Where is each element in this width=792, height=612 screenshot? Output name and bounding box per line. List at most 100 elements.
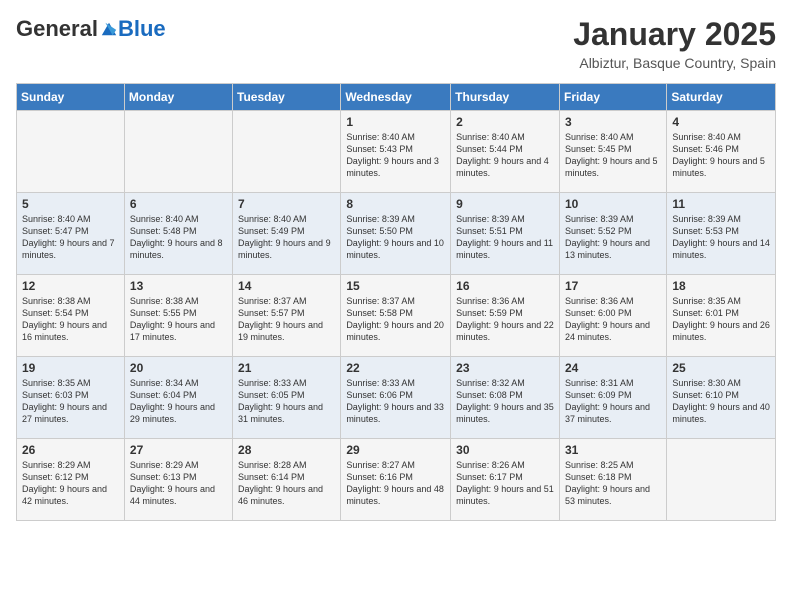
calendar-cell: 10 Sunrise: 8:39 AM Sunset: 5:52 PM Dayli… (559, 193, 666, 275)
calendar-cell: 19Sunrise: 8:35 AM Sunset: 6:03 PM Dayli… (17, 357, 125, 439)
calendar-cell (17, 111, 125, 193)
column-header-wednesday: Wednesday (341, 84, 451, 111)
calendar-cell: 16Sunrise: 8:36 AM Sunset: 5:59 PM Dayli… (451, 275, 560, 357)
calendar-cell: 9 Sunrise: 8:39 AM Sunset: 5:51 PM Daylig… (451, 193, 560, 275)
day-number: 9 (456, 197, 554, 211)
location-subtitle: Albiztur, Basque Country, Spain (573, 55, 776, 71)
day-info: Sunrise: 8:38 AM Sunset: 5:55 PM Dayligh… (130, 295, 227, 344)
column-header-tuesday: Tuesday (233, 84, 341, 111)
day-info: Sunrise: 8:40 AM Sunset: 5:45 PM Dayligh… (565, 131, 661, 180)
day-info: Sunrise: 8:40 AM Sunset: 5:43 PM Dayligh… (346, 131, 445, 180)
day-number: 30 (456, 443, 554, 457)
day-info: Sunrise: 8:28 AM Sunset: 6:14 PM Dayligh… (238, 459, 335, 508)
calendar-cell: 8 Sunrise: 8:39 AM Sunset: 5:50 PM Daylig… (341, 193, 451, 275)
logo-general-text: General (16, 16, 98, 42)
day-info: Sunrise: 8:36 AM Sunset: 6:00 PM Dayligh… (565, 295, 661, 344)
calendar-week-row: 19Sunrise: 8:35 AM Sunset: 6:03 PM Dayli… (17, 357, 776, 439)
calendar-cell: 26Sunrise: 8:29 AM Sunset: 6:12 PM Dayli… (17, 439, 125, 521)
day-info: Sunrise: 8:31 AM Sunset: 6:09 PM Dayligh… (565, 377, 661, 426)
day-info: Sunrise: 8:26 AM Sunset: 6:17 PM Dayligh… (456, 459, 554, 508)
day-info: Sunrise: 8:25 AM Sunset: 6:18 PM Dayligh… (565, 459, 661, 508)
day-number: 24 (565, 361, 661, 375)
calendar-cell: 24 Sunrise: 8:31 AM Sunset: 6:09 PM Dayli… (559, 357, 666, 439)
day-number: 4 (672, 115, 770, 129)
calendar-cell: 7 Sunrise: 8:40 AM Sunset: 5:49 PM Daylig… (233, 193, 341, 275)
calendar-week-row: 5 Sunrise: 8:40 AM Sunset: 5:47 PM Daylig… (17, 193, 776, 275)
calendar-cell: 12 Sunrise: 8:38 AM Sunset: 5:54 PM Dayli… (17, 275, 125, 357)
calendar-table: SundayMondayTuesdayWednesdayThursdayFrid… (16, 83, 776, 521)
calendar-cell: 14 Sunrise: 8:37 AM Sunset: 5:57 PM Dayli… (233, 275, 341, 357)
calendar-cell (233, 111, 341, 193)
day-number: 7 (238, 197, 335, 211)
calendar-cell: 30 Sunrise: 8:26 AM Sunset: 6:17 PM Dayli… (451, 439, 560, 521)
page-header: General Blue January 2025 Albiztur, Basq… (16, 16, 776, 71)
calendar-cell: 21Sunrise: 8:33 AM Sunset: 6:05 PM Dayli… (233, 357, 341, 439)
day-number: 6 (130, 197, 227, 211)
day-number: 10 (565, 197, 661, 211)
day-info: Sunrise: 8:40 AM Sunset: 5:46 PM Dayligh… (672, 131, 770, 180)
calendar-cell (667, 439, 776, 521)
calendar-cell: 1Sunrise: 8:40 AM Sunset: 5:43 PM Daylig… (341, 111, 451, 193)
column-header-saturday: Saturday (667, 84, 776, 111)
calendar-cell: 20Sunrise: 8:34 AM Sunset: 6:04 PM Dayli… (124, 357, 232, 439)
calendar-cell: 28Sunrise: 8:28 AM Sunset: 6:14 PM Dayli… (233, 439, 341, 521)
calendar-cell: 6 Sunrise: 8:40 AM Sunset: 5:48 PM Daylig… (124, 193, 232, 275)
column-header-thursday: Thursday (451, 84, 560, 111)
day-info: Sunrise: 8:40 AM Sunset: 5:47 PM Dayligh… (22, 213, 119, 262)
day-info: Sunrise: 8:36 AM Sunset: 5:59 PM Dayligh… (456, 295, 554, 344)
day-info: Sunrise: 8:40 AM Sunset: 5:48 PM Dayligh… (130, 213, 227, 262)
calendar-week-row: 12 Sunrise: 8:38 AM Sunset: 5:54 PM Dayli… (17, 275, 776, 357)
calendar-cell: 3 Sunrise: 8:40 AM Sunset: 5:45 PM Daylig… (559, 111, 666, 193)
calendar-cell: 17 Sunrise: 8:36 AM Sunset: 6:00 PM Dayli… (559, 275, 666, 357)
day-info: Sunrise: 8:39 AM Sunset: 5:52 PM Dayligh… (565, 213, 661, 262)
day-info: Sunrise: 8:40 AM Sunset: 5:49 PM Dayligh… (238, 213, 335, 262)
column-header-monday: Monday (124, 84, 232, 111)
calendar-cell (124, 111, 232, 193)
day-info: Sunrise: 8:39 AM Sunset: 5:51 PM Dayligh… (456, 213, 554, 262)
month-title: January 2025 (573, 16, 776, 53)
column-header-sunday: Sunday (17, 84, 125, 111)
day-info: Sunrise: 8:33 AM Sunset: 6:05 PM Dayligh… (238, 377, 335, 426)
day-info: Sunrise: 8:35 AM Sunset: 6:03 PM Dayligh… (22, 377, 119, 426)
calendar-cell: 27Sunrise: 8:29 AM Sunset: 6:13 PM Dayli… (124, 439, 232, 521)
calendar-week-row: 1Sunrise: 8:40 AM Sunset: 5:43 PM Daylig… (17, 111, 776, 193)
calendar-cell: 5 Sunrise: 8:40 AM Sunset: 5:47 PM Daylig… (17, 193, 125, 275)
day-info: Sunrise: 8:34 AM Sunset: 6:04 PM Dayligh… (130, 377, 227, 426)
day-info: Sunrise: 8:29 AM Sunset: 6:12 PM Dayligh… (22, 459, 119, 508)
day-number: 27 (130, 443, 227, 457)
day-info: Sunrise: 8:38 AM Sunset: 5:54 PM Dayligh… (22, 295, 119, 344)
calendar-cell: 4 Sunrise: 8:40 AM Sunset: 5:46 PM Daylig… (667, 111, 776, 193)
day-number: 2 (456, 115, 554, 129)
day-number: 12 (22, 279, 119, 293)
day-number: 15 (346, 279, 445, 293)
calendar-cell: 11Sunrise: 8:39 AM Sunset: 5:53 PM Dayli… (667, 193, 776, 275)
day-info: Sunrise: 8:40 AM Sunset: 5:44 PM Dayligh… (456, 131, 554, 180)
calendar-cell: 15 Sunrise: 8:37 AM Sunset: 5:58 PM Dayli… (341, 275, 451, 357)
day-number: 18 (672, 279, 770, 293)
day-info: Sunrise: 8:27 AM Sunset: 6:16 PM Dayligh… (346, 459, 445, 508)
day-number: 5 (22, 197, 119, 211)
day-info: Sunrise: 8:30 AM Sunset: 6:10 PM Dayligh… (672, 377, 770, 426)
day-number: 14 (238, 279, 335, 293)
day-number: 29 (346, 443, 445, 457)
day-number: 22 (346, 361, 445, 375)
calendar-cell: 13Sunrise: 8:38 AM Sunset: 5:55 PM Dayli… (124, 275, 232, 357)
calendar-cell: 2 Sunrise: 8:40 AM Sunset: 5:44 PM Daylig… (451, 111, 560, 193)
calendar-cell: 22 Sunrise: 8:33 AM Sunset: 6:06 PM Dayli… (341, 357, 451, 439)
day-info: Sunrise: 8:35 AM Sunset: 6:01 PM Dayligh… (672, 295, 770, 344)
day-number: 8 (346, 197, 445, 211)
logo-icon (100, 20, 118, 38)
day-info: Sunrise: 8:37 AM Sunset: 5:58 PM Dayligh… (346, 295, 445, 344)
day-info: Sunrise: 8:39 AM Sunset: 5:50 PM Dayligh… (346, 213, 445, 262)
calendar-cell: 23Sunrise: 8:32 AM Sunset: 6:08 PM Dayli… (451, 357, 560, 439)
calendar-cell: 29 Sunrise: 8:27 AM Sunset: 6:16 PM Dayli… (341, 439, 451, 521)
calendar-header-row: SundayMondayTuesdayWednesdayThursdayFrid… (17, 84, 776, 111)
day-info: Sunrise: 8:32 AM Sunset: 6:08 PM Dayligh… (456, 377, 554, 426)
day-info: Sunrise: 8:33 AM Sunset: 6:06 PM Dayligh… (346, 377, 445, 426)
calendar-cell: 18 Sunrise: 8:35 AM Sunset: 6:01 PM Dayli… (667, 275, 776, 357)
logo: General Blue (16, 16, 166, 42)
day-number: 17 (565, 279, 661, 293)
day-number: 31 (565, 443, 661, 457)
day-info: Sunrise: 8:37 AM Sunset: 5:57 PM Dayligh… (238, 295, 335, 344)
day-number: 3 (565, 115, 661, 129)
